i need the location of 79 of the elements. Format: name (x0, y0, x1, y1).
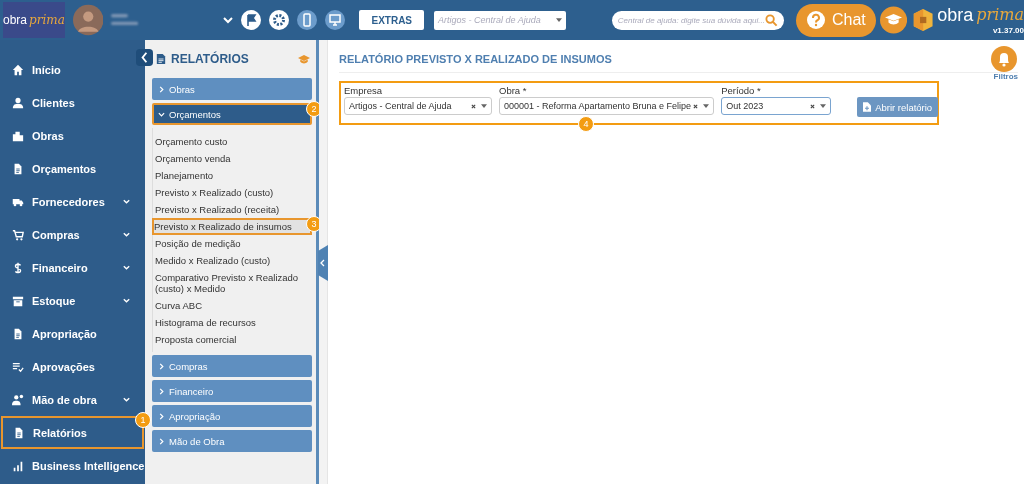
sidebar-item[interactable]: Orçamentos (0, 152, 145, 185)
callout-badge: 4 (578, 116, 594, 132)
report-link[interactable]: Proposta comercial (153, 331, 312, 348)
chevron-icon (158, 362, 165, 370)
collapse-icon[interactable] (136, 49, 153, 66)
search-icon (765, 13, 778, 27)
report-link[interactable]: Curva ABC (153, 297, 312, 314)
blurred-user-name (111, 12, 139, 28)
phone-icon[interactable] (297, 10, 318, 30)
question-icon (806, 10, 826, 30)
sidebar-item[interactable]: Financeiro (0, 251, 145, 284)
archive-icon (12, 294, 24, 307)
accordion-header[interactable]: Orçamentos (152, 103, 312, 125)
report-link[interactable]: Previsto x Realizado de insumos (152, 218, 312, 235)
sidebar-item[interactable]: Estoque (0, 284, 145, 317)
report-link[interactable]: Previsto x Realizado (receita) (153, 201, 312, 218)
home-icon (12, 63, 24, 76)
select-field[interactable]: Artigos - Central de Ajuda (344, 97, 492, 115)
sidebar-item[interactable]: Business Intelligence (0, 449, 145, 482)
bar-chart-icon (12, 459, 24, 472)
filters-label: Filtros (993, 72, 1018, 81)
callout-badge: 1 (135, 412, 151, 428)
clear-icon[interactable] (471, 103, 476, 109)
document-icon (13, 426, 25, 439)
extras-button[interactable]: EXTRAS (359, 10, 425, 30)
panel-title: RELATÓRIOS (171, 52, 250, 66)
clear-icon[interactable] (693, 103, 699, 109)
graduation-cap-icon[interactable] (879, 4, 907, 36)
report-link[interactable]: Planejamento (153, 167, 312, 184)
sidebar-item[interactable]: Fornecedores (0, 185, 145, 218)
monitor-icon[interactable] (325, 10, 346, 30)
report-link[interactable]: Orçamento custo (153, 133, 312, 150)
chevron-down-icon[interactable] (223, 15, 234, 25)
document-icon (12, 327, 24, 340)
chevron-icon (158, 110, 165, 118)
cart-icon (12, 228, 24, 241)
sidebar-item[interactable]: Apropriação (0, 317, 145, 350)
report-link[interactable]: Posição de medição (153, 235, 312, 252)
page-title: RELATÓRIO PREVISTO X REALIZADO DE INSUMOS (339, 53, 612, 65)
cube-logo-icon (912, 6, 934, 34)
sidebar-item[interactable]: Aprovações (0, 350, 145, 383)
chevron-icon (158, 85, 165, 93)
caret-icon (703, 104, 710, 108)
field-label: Empresa (344, 85, 383, 96)
avatar-icon[interactable] (72, 2, 104, 38)
document-icon (12, 162, 24, 175)
brand-logo: obra prima (937, 5, 1024, 26)
sidebar-item[interactable]: Compras (0, 218, 145, 251)
building-icon (12, 129, 24, 142)
field-label: Período * (721, 85, 762, 96)
report-link[interactable]: Medido x Realizado (custo) (153, 252, 312, 269)
expand-handle-icon[interactable] (318, 245, 328, 281)
logo: obra prima (3, 2, 65, 38)
sidebar-item[interactable]: Início (0, 53, 145, 86)
sidebar-item[interactable]: Obras (0, 119, 145, 152)
caret-icon (555, 18, 562, 22)
clear-icon[interactable] (810, 103, 816, 109)
select-field[interactable]: 000001 - Reforma Apartamento Bruna e Felipe (499, 97, 715, 115)
select-field[interactable]: Out 2023 (721, 97, 832, 115)
report-link[interactable]: Histograma de recursos (153, 314, 312, 331)
dollar-icon (12, 261, 24, 274)
sidebar-item[interactable]: Clientes (0, 86, 145, 119)
field-label: Obra * (499, 85, 528, 96)
file-plus-icon (863, 102, 872, 112)
people-icon (12, 393, 24, 406)
caret-icon (820, 104, 827, 108)
flag-icon[interactable] (241, 10, 262, 30)
person-icon (12, 96, 24, 109)
chevron-icon (158, 412, 165, 420)
settings-icon[interactable] (269, 10, 290, 30)
report-link[interactable]: Orçamento venda (153, 150, 312, 167)
version-label: v1.37.00 (992, 26, 1024, 35)
checklist-icon (12, 360, 24, 373)
report-link[interactable]: Previsto x Realizado (custo) (153, 184, 312, 201)
report-link[interactable]: Comparativo Previsto x Realizado (custo) x Medido (153, 269, 312, 297)
caret-icon (481, 104, 487, 108)
chevron-icon (158, 387, 165, 395)
document-icon (156, 53, 166, 65)
chevron-icon (158, 437, 165, 445)
